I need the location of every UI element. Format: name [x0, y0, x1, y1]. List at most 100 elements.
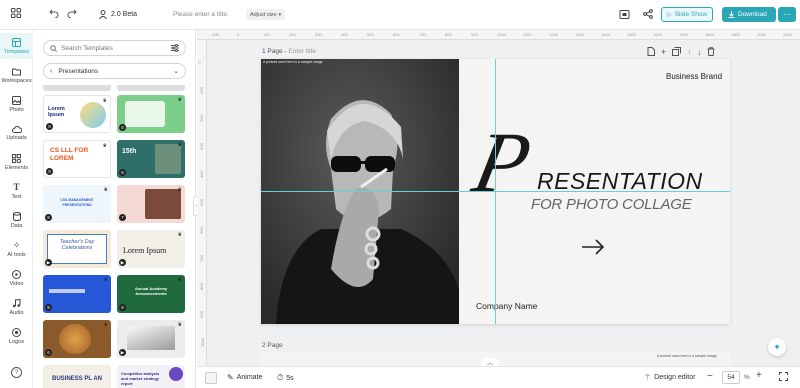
music-note-icon [12, 298, 21, 307]
grid-menu-icon[interactable] [11, 8, 21, 18]
template-thumb[interactable]: ▶ ♛ [117, 320, 185, 358]
rail-item-photo[interactable]: Photo [0, 91, 33, 117]
template-thumb[interactable]: CS LLL FOR LOREM 9 ♛ [43, 140, 111, 178]
template-thumb[interactable]: CSS MANAGEMENT PRESENTATIONS 9 ♛ [43, 185, 111, 223]
more-options-button[interactable]: ··· [778, 7, 796, 22]
undo-icon[interactable] [49, 9, 59, 18]
rail-label: Logos [9, 338, 24, 345]
rail-label: Elements [5, 164, 28, 171]
template-thumb[interactable]: 15th 8 ♛ [117, 140, 185, 178]
design-editor-button[interactable]: ⚚ Design editor [644, 373, 695, 382]
template-thumb[interactable]: BUSINESS PL AN [43, 365, 111, 388]
rail-item-video[interactable]: Video [0, 265, 33, 291]
arrow-right-icon[interactable] [581, 239, 605, 255]
ruler-tick-label: 400 [341, 32, 348, 37]
template-thumb[interactable]: 8 ♛ [117, 95, 185, 133]
ruler-tick-label: -100 [211, 32, 220, 37]
help-icon[interactable]: ? [11, 367, 22, 378]
thumb-number: 6 [45, 349, 52, 356]
title-input[interactable]: Please enter a title. [173, 11, 229, 18]
zoom-out-button[interactable]: − [707, 371, 713, 382]
rail-item-ai-tools[interactable]: ✧ AI tools [0, 236, 33, 262]
duration-label: 5s [286, 374, 294, 382]
rail-item-data[interactable]: Data [0, 207, 33, 233]
business-brand-text[interactable]: Business Brand [666, 72, 722, 81]
template-thumb[interactable]: Lorem Ipsum 9 ♛ [43, 95, 111, 133]
templates-icon [12, 37, 21, 47]
rail-item-workspaces[interactable]: Workspaces [0, 62, 33, 88]
crown-icon: ♛ [103, 322, 108, 328]
template-thumb[interactable]: Teacher's Day Celebrations ▶ [43, 230, 111, 268]
cloud-upload-icon [11, 126, 22, 133]
rail-item-audio[interactable]: Audio [0, 294, 33, 320]
move-up-icon[interactable]: ↑ [687, 48, 691, 57]
ruler-tick-label: 1700 [679, 32, 688, 37]
background-color-swatch[interactable] [205, 372, 217, 384]
download-button[interactable]: Download [722, 7, 776, 22]
version-label[interactable]: 2.0 Beta [99, 10, 137, 19]
preview-icon[interactable] [619, 9, 630, 20]
page-title[interactable]: 1 Page - Enter title [262, 48, 316, 55]
crown-icon: ♛ [102, 98, 107, 104]
company-name-text[interactable]: Company Name [476, 301, 537, 311]
scroll-up-handle[interactable]: ︿ [481, 358, 499, 367]
expand-icon[interactable] [779, 372, 788, 383]
rail-item-text[interactable]: T Text [0, 178, 33, 204]
rail-label: AI tools [7, 251, 26, 258]
template-thumb[interactable]: 6 ♛ [43, 320, 111, 358]
title-initial[interactable]: P [466, 114, 539, 210]
category-dropdown[interactable]: ‹ Presentations ⌄ [43, 63, 186, 79]
rail-label: Text [11, 193, 22, 200]
add-page-icon[interactable]: + [661, 48, 666, 57]
page-2-label[interactable]: 2 Page [262, 342, 283, 349]
duration-button[interactable]: ⏱ 5s [277, 373, 294, 383]
zoom-in-button[interactable]: + [756, 370, 762, 381]
slide-canvas[interactable]: A portrait used here is a sample image B… [261, 59, 730, 324]
thumb-number: 9 [46, 168, 53, 175]
title-text[interactable]: RESENTATION [537, 169, 703, 193]
template-thumb[interactable]: Competitor analysis and market strategy … [117, 365, 185, 388]
animate-button[interactable]: ✎ Animate [227, 373, 262, 382]
video-icon [12, 269, 21, 279]
rail-item-uploads[interactable]: Uploads [0, 120, 33, 146]
template-thumb[interactable]: 7 ♛ [117, 185, 185, 223]
page-title-input[interactable]: Enter title [288, 48, 315, 55]
redo-icon[interactable] [67, 9, 77, 18]
ai-assistant-button[interactable]: ✦ [768, 338, 786, 356]
search-input[interactable]: Search Templates [43, 40, 186, 56]
move-down-icon[interactable]: ↓ [697, 48, 701, 57]
animate-label: Animate [236, 374, 263, 381]
delete-page-icon[interactable] [707, 47, 715, 58]
duplicate-page-icon[interactable] [647, 47, 655, 58]
ruler-tick-label: 800 [445, 32, 452, 37]
share-icon[interactable] [643, 9, 653, 19]
zoom-input[interactable]: 54 [722, 371, 740, 384]
zoom-unit: % [744, 374, 750, 381]
template-thumb[interactable]: 9 ♛ [43, 275, 111, 313]
thumb-number: 9 [46, 123, 53, 130]
video-badge-icon: ▶ [119, 259, 126, 266]
ruler-tick-label: 500 [367, 32, 374, 37]
version-text: 2.0 Beta [111, 11, 138, 18]
database-icon [12, 211, 21, 221]
ruler-tick-label: 700 [198, 255, 204, 262]
adjust-size-dropdown[interactable]: Adjust size ▾ [246, 9, 286, 20]
slide-show-button[interactable]: ▷ Slide Show [661, 7, 714, 22]
ruler-tick-label: 1400 [601, 32, 610, 37]
filter-icon[interactable] [171, 44, 179, 54]
rail-item-elements[interactable]: Elements [0, 149, 33, 175]
template-thumb[interactable]: Annual Academy Announcements 9 ♛ [117, 275, 185, 313]
magic-wand-icon: ⚚ [644, 373, 652, 382]
copy-page-icon[interactable] [672, 47, 682, 58]
rail-item-templates[interactable]: Templates [0, 33, 33, 59]
crown-icon: ♛ [177, 277, 182, 283]
template-thumb[interactable]: Lorem Ipsum ▶ ♛ [117, 230, 185, 268]
rail-item-logos[interactable]: Logos [0, 323, 33, 349]
chevron-left-icon[interactable]: ‹ [50, 68, 52, 75]
ruler-tick-label: 400 [198, 171, 204, 178]
subtitle-text[interactable]: FOR PHOTO COLLAGE [531, 197, 692, 213]
crown-icon: ♛ [103, 187, 108, 193]
photo-caption: A portrait used here is a sample image [263, 60, 323, 64]
page-toolbar: + ↑ ↓ [647, 47, 715, 58]
crown-icon: ♛ [177, 142, 182, 148]
